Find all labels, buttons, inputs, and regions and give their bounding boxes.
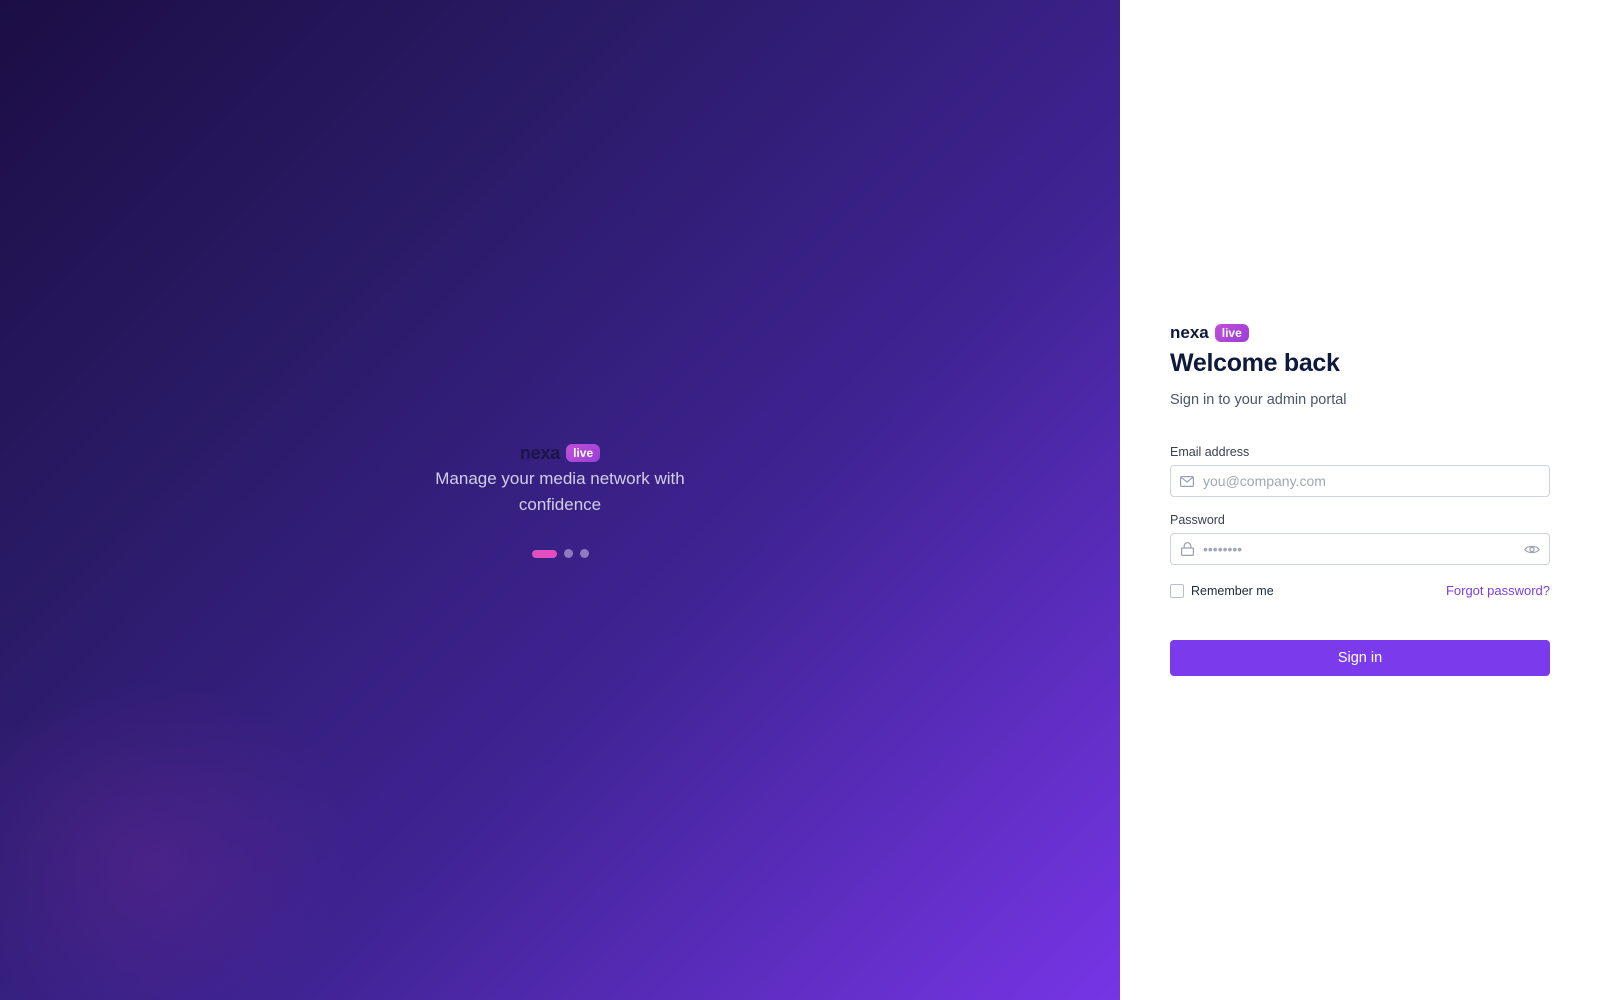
lock-icon bbox=[1171, 542, 1203, 556]
email-field-wrapper bbox=[1170, 465, 1550, 497]
live-badge: live bbox=[1214, 324, 1249, 342]
sign-in-button[interactable]: Sign in bbox=[1170, 640, 1550, 676]
email-input[interactable] bbox=[1203, 466, 1549, 496]
hero-content: nexa live Manage your media network with… bbox=[430, 442, 690, 558]
hero-glow bbox=[0, 680, 360, 1000]
hero-live-badge: live bbox=[566, 444, 601, 462]
password-input[interactable] bbox=[1203, 534, 1515, 564]
forgot-password-link[interactable]: Forgot password? bbox=[1446, 583, 1550, 598]
login-form: nexa live Welcome back Sign in to your a… bbox=[1170, 323, 1550, 676]
hero-panel: nexa live Manage your media network with… bbox=[0, 0, 1120, 1000]
carousel-dot-1[interactable] bbox=[531, 549, 557, 558]
password-field-wrapper bbox=[1170, 533, 1550, 565]
eye-icon[interactable] bbox=[1515, 544, 1549, 555]
logo: nexa live bbox=[1170, 323, 1550, 343]
page-title: Welcome back bbox=[1170, 349, 1340, 377]
remember-checkbox[interactable] bbox=[1170, 583, 1184, 598]
email-label: Email address bbox=[1170, 445, 1250, 459]
mail-icon bbox=[1171, 475, 1203, 487]
remember-me[interactable]: Remember me bbox=[1170, 583, 1274, 598]
form-options: Remember me Forgot password? bbox=[1170, 583, 1550, 598]
carousel-dot-3[interactable] bbox=[579, 549, 589, 558]
hero-logo: nexa live bbox=[430, 442, 690, 464]
wordmark: nexa bbox=[1170, 323, 1209, 342]
page-subtitle: Sign in to your admin portal bbox=[1170, 392, 1347, 408]
hero-tagline: Manage your media network with confidenc… bbox=[435, 469, 685, 514]
remember-label: Remember me bbox=[1191, 583, 1274, 598]
login-panel: nexa live Welcome back Sign in to your a… bbox=[1120, 0, 1600, 1000]
password-label: Password bbox=[1170, 513, 1225, 527]
carousel-indicators bbox=[430, 549, 690, 558]
carousel-dot-2[interactable] bbox=[563, 549, 573, 558]
hero-wordmark: nexa bbox=[519, 442, 561, 463]
